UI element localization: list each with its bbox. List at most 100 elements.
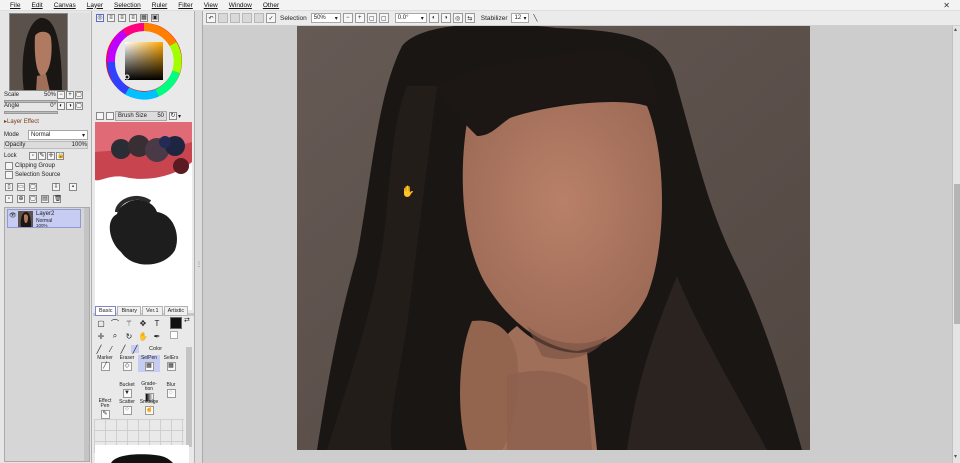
chevron-down-icon[interactable]: ▾ [178,113,181,120]
pen-pressure-icon[interactable]: ╲ [533,14,537,22]
zoom-select[interactable]: 50% ▾ [310,13,341,23]
selection-source-checkbox[interactable] [5,171,13,179]
delete-layer-icon[interactable]: 🗑 [53,195,62,203]
color-wheel-mode-icon[interactable]: ◎ [96,14,104,22]
zoom-fit-icon[interactable]: ▢ [378,13,389,23]
layer-settings-icon[interactable]: ▤ [41,195,49,203]
brush-smudge[interactable]: Smudge ☝ [138,399,160,416]
color-brush-label[interactable]: Color [149,346,162,352]
brush-preset-icon[interactable] [96,112,104,120]
toolbar-button-1[interactable] [218,13,228,23]
menu-other[interactable]: Other [263,2,279,9]
menu-view[interactable]: View [204,2,218,9]
selection-visibility-checkbox[interactable]: ✓ [266,13,276,23]
menu-edit[interactable]: Edit [31,2,42,9]
lock-transparency-icon[interactable]: ▫ [29,152,37,160]
brush-selpen[interactable]: SelPen ▦ [138,355,160,372]
menu-file[interactable]: File [10,2,20,9]
scale-plus-icon[interactable]: + [66,91,74,99]
rotate-left-icon[interactable]: ◐ [57,102,65,110]
text-icon[interactable]: T [151,317,163,329]
selection-source-row[interactable]: Selection Source [4,171,60,179]
brush-icon[interactable]: ╱ [119,345,127,354]
lasso-icon[interactable]: ⌒ [109,317,121,329]
new-folder-icon[interactable]: ▭ [17,183,25,191]
toolbar-button-4[interactable] [254,13,264,23]
opacity-slider[interactable]: Opacity 100% [4,141,88,149]
menu-ruler[interactable]: Ruler [152,2,168,9]
new-layer-icon[interactable]: ▯ [5,183,13,191]
blend-mode-select[interactable]: Normal ▾ [28,130,88,140]
brush-selers[interactable]: SelErs ▦ [160,355,182,372]
undo-icon[interactable]: ↶ [206,13,216,23]
flip-horizontal-icon[interactable]: ⇆ [464,13,475,23]
secondary-color-swatch[interactable] [170,331,178,339]
brush-size-reset-icon[interactable]: ↻ [169,112,177,120]
airbrush-icon[interactable]: ⁄ [107,345,115,354]
angle-slider[interactable] [4,111,58,114]
brush-size-slider[interactable]: Brush Size 50 [115,111,167,121]
rotate-left-icon[interactable]: ◐ [428,13,439,23]
brush-marker[interactable]: Marker ╱ [94,355,116,372]
eyedropper-icon[interactable]: ✒ [151,330,163,342]
menu-window[interactable]: Window [229,2,252,9]
new-linework-layer-icon[interactable]: ▫ [5,195,13,203]
magic-wand-icon[interactable]: ⚚ [123,317,135,329]
scale-minus-icon[interactable]: − [57,91,65,99]
clear-layer-icon[interactable]: ▢ [29,195,37,203]
menu-filter[interactable]: Filter [178,2,192,9]
lock-all-icon[interactable]: 🔒 [56,152,64,160]
pencil-icon[interactable]: ╱ [95,345,103,354]
tab-basic[interactable]: Basic [95,306,117,316]
panel-scrollbar[interactable]: ⋮ [195,11,203,463]
rect-select-icon[interactable]: ▢ [95,317,107,329]
color-mix-mode-icon[interactable]: ≡ [129,14,137,22]
scale-reset-icon[interactable]: ▢ [75,91,83,99]
zoom-reset-icon[interactable]: ▢ [366,13,377,23]
brush-preset-icon[interactable] [106,112,114,120]
brush-scatter[interactable]: Scatter ⁘ [116,399,138,416]
rotate-right-icon[interactable]: ◑ [66,102,74,110]
lock-move-icon[interactable]: ✛ [47,152,55,160]
scroll-up-icon[interactable]: ▴ [954,26,957,33]
angle-reset-icon[interactable]: ▢ [75,102,83,110]
swatch-mode-icon[interactable]: ▦ [140,14,148,22]
clipping-group-checkbox[interactable] [5,162,13,170]
brush-blur[interactable]: Blur ◌ [160,382,182,399]
color-wheel[interactable] [105,22,183,100]
tab-ver1[interactable]: Ver.1 [142,306,163,316]
primary-color-swatch[interactable] [170,317,182,329]
eye-icon[interactable]: 👁 [9,212,17,219]
canvas-scroll-thumb[interactable] [954,184,960,324]
hsv-slider-mode-icon[interactable]: ≡ [118,14,126,22]
merge-down-icon[interactable]: ⊕ [17,195,25,203]
zoom-in-icon[interactable]: + [354,13,365,23]
layer-transfer-icon[interactable]: ⇩ [52,183,60,191]
layer-list-scrollbar[interactable] [84,208,89,461]
rgb-slider-mode-icon[interactable]: ≡ [107,14,115,22]
brush-effect-pen[interactable]: Effect Pen ✎ [94,399,116,420]
layer-row[interactable]: 👁 Layer2 Normal 100% [7,209,81,228]
brush-eraser[interactable]: Eraser ◇ [116,355,138,372]
rotate-view-icon[interactable]: ↻ [123,330,135,342]
menu-canvas[interactable]: Canvas [54,2,76,9]
stabilizer-select[interactable]: 12 ▾ [511,13,530,23]
layer-merge-icon[interactable]: ▪ [69,183,77,191]
layer-copy-icon[interactable]: ▢ [29,183,37,191]
zoom-icon[interactable]: ⌕ [109,330,121,342]
brush-bucket[interactable]: Bucket ▼ [116,382,138,399]
tab-binary[interactable]: Binary [117,306,142,316]
rotate-right-icon[interactable]: ◑ [440,13,451,23]
move-icon[interactable]: ✥ [137,317,149,329]
navigator-preview[interactable] [9,13,68,91]
brush-grid-scrollbar[interactable] [186,347,192,447]
tab-artistic[interactable]: Artistic [163,306,189,316]
layer-effect-header[interactable]: ▸ Layer Effect [4,118,39,126]
clipping-group-row[interactable]: Clipping Group [4,162,55,170]
hand-icon[interactable]: ✋ [137,330,149,342]
scratchpad-mode-icon[interactable]: ▣ [151,14,159,22]
close-icon[interactable]: ✕ [943,1,950,10]
menu-selection[interactable]: Selection [114,2,141,9]
move-layer-icon[interactable]: ✛ [95,330,107,342]
scratch-pad[interactable] [95,122,192,310]
